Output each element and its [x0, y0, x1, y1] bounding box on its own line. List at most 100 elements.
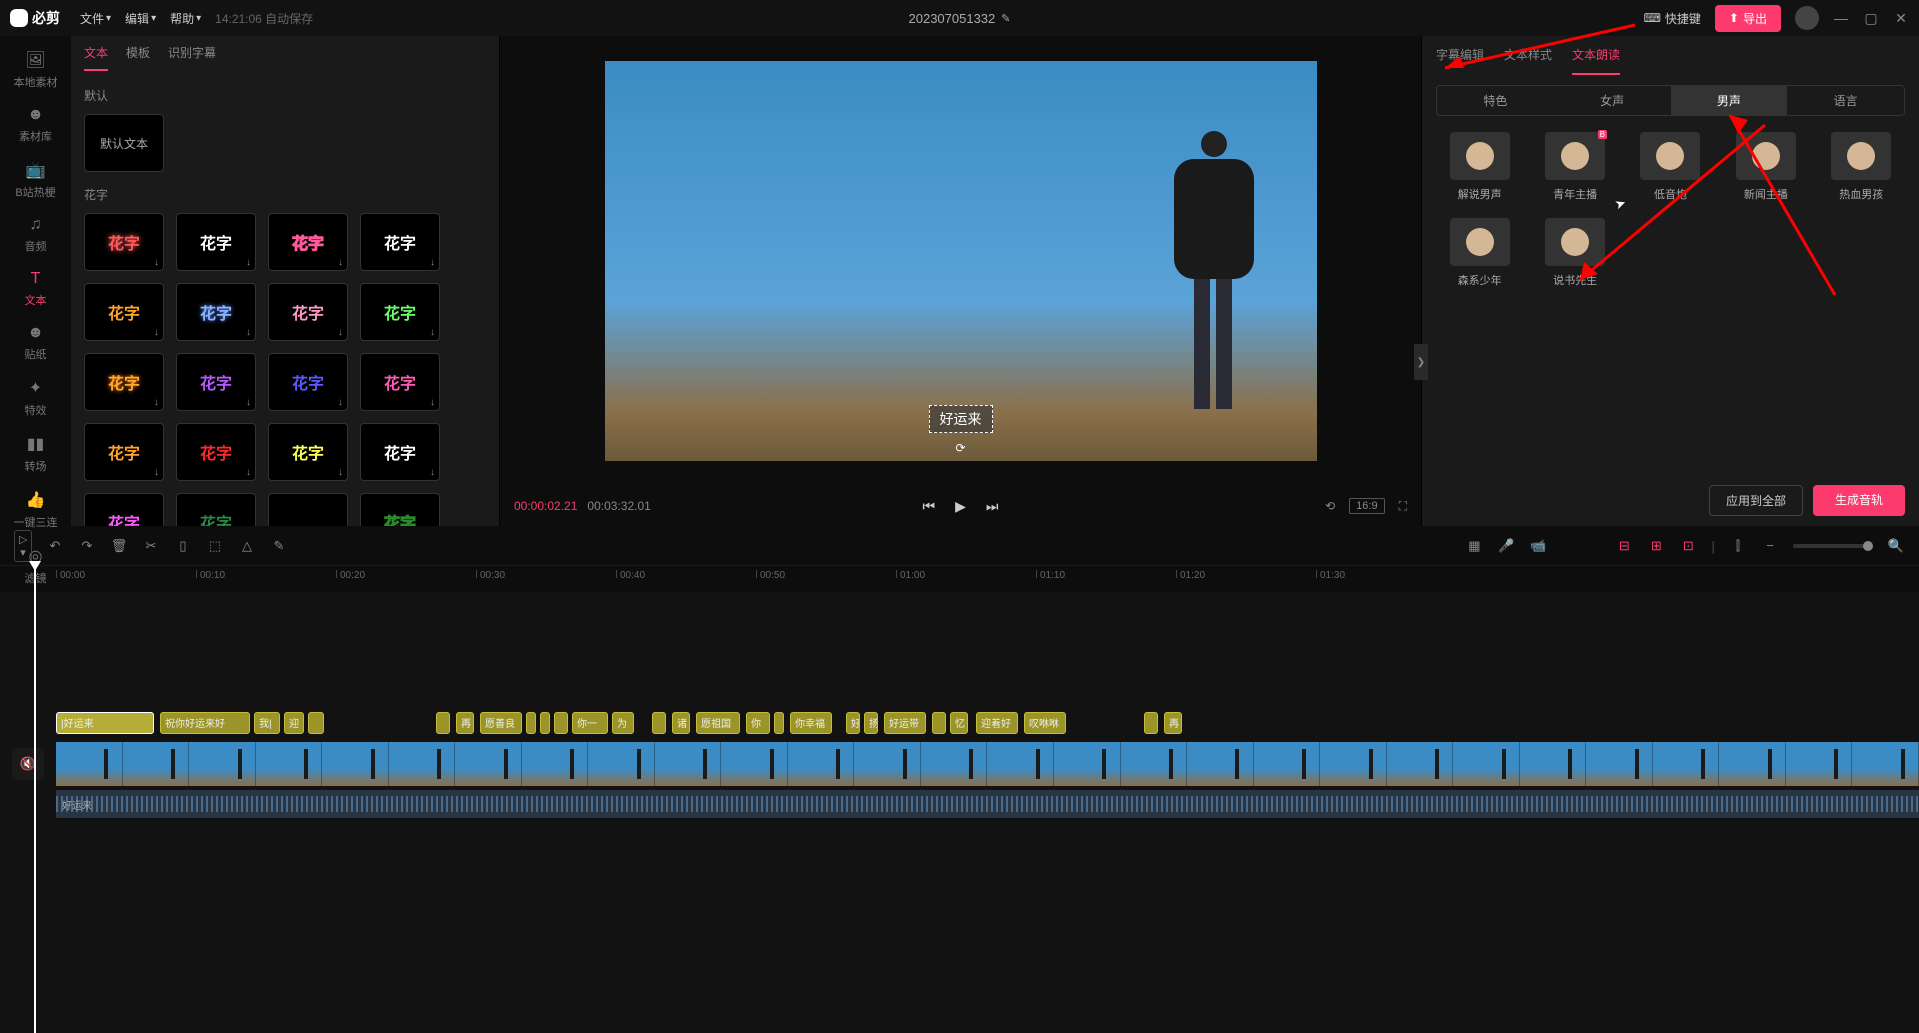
voice-森系少年[interactable]: 森系少年	[1440, 218, 1519, 288]
snap-button[interactable]: ⫿	[1729, 538, 1747, 554]
text-clip[interactable]: 我|	[254, 712, 280, 734]
nav-本地素材[interactable]: 🖼本地素材	[0, 42, 71, 98]
menu-edit[interactable]: 编辑 ▾	[125, 10, 156, 27]
voice-热血男孩[interactable]: 热血男孩	[1822, 132, 1901, 202]
apply-all-button[interactable]: 应用到全部	[1709, 485, 1803, 516]
export-button[interactable]: ⬆ 导出	[1715, 5, 1781, 32]
tab-subtitle-recognize[interactable]: 识别字幕	[168, 44, 216, 71]
video-track[interactable]: 🔇	[56, 742, 1919, 786]
tab-template[interactable]: 模板	[126, 44, 150, 71]
fancy-text-preset[interactable]: 花字↓	[360, 213, 440, 271]
nav-B站热梗[interactable]: 📺B站热梗	[0, 152, 71, 208]
nav-音频[interactable]: ♫音频	[0, 208, 71, 262]
fullscreen-icon[interactable]: ⛶	[1399, 499, 1407, 514]
nav-特效[interactable]: ✦特效	[0, 370, 71, 426]
loop-icon[interactable]: ⟲	[1325, 499, 1335, 513]
voice-解说男声[interactable]: 解说男声	[1440, 132, 1519, 202]
voice-cat-male[interactable]: 男声	[1671, 86, 1788, 115]
text-clip[interactable]	[774, 712, 784, 734]
text-clip[interactable]: |好运来	[56, 712, 154, 734]
prev-button[interactable]: ⏮	[923, 498, 936, 515]
minimize-button[interactable]: —	[1833, 10, 1849, 26]
voice-说书先生[interactable]: 说书先生	[1535, 218, 1614, 288]
text-clip[interactable]: 迎	[284, 712, 304, 734]
crop-button[interactable]: ▯	[174, 538, 192, 554]
user-avatar[interactable]	[1795, 6, 1819, 30]
generate-audio-button[interactable]: 生成音轨	[1813, 485, 1905, 516]
text-clip[interactable]: 你幸福	[790, 712, 832, 734]
text-clip[interactable]: 叹咻咻	[1024, 712, 1066, 734]
fancy-text-preset[interactable]: 花字↓	[176, 353, 256, 411]
fancy-text-preset[interactable]: 花字↓	[268, 353, 348, 411]
fancy-text-preset[interactable]: 花字↓	[176, 283, 256, 341]
voice-cat-language[interactable]: 语言	[1787, 86, 1904, 115]
fancy-text-preset[interactable]: 花字↓	[84, 213, 164, 271]
text-clip[interactable]: 好	[846, 712, 860, 734]
fancy-text-preset[interactable]: 花字↓	[360, 353, 440, 411]
eyedrop-button[interactable]: ✎	[270, 538, 288, 554]
refresh-icon[interactable]: ⟳	[955, 441, 965, 455]
tab-text-read[interactable]: 文本朗读	[1572, 46, 1620, 75]
panel-collapse-icon[interactable]: ❯	[1414, 344, 1428, 380]
fancy-text-preset[interactable]: 花字↓	[176, 423, 256, 481]
menu-help[interactable]: 帮助 ▾	[170, 10, 201, 27]
audio-track[interactable]: 好运来	[56, 790, 1919, 818]
fancy-text-preset[interactable]: 花字↓	[268, 213, 348, 271]
text-clip[interactable]	[308, 712, 324, 734]
timeline-ruler[interactable]: 00:0000:1000:2000:3000:4000:5001:0001:10…	[56, 566, 1919, 592]
zoom-slider[interactable]	[1793, 544, 1873, 548]
fancy-text-preset[interactable]: 花字↓	[176, 493, 256, 526]
fancy-text-preset[interactable]: 花字↓	[176, 213, 256, 271]
default-text-preset[interactable]: 默认文本	[84, 114, 164, 172]
voice-cat-featured[interactable]: 特色	[1437, 86, 1554, 115]
text-clip[interactable]	[436, 712, 450, 734]
nav-转场[interactable]: ▮▮转场	[0, 426, 71, 482]
fancy-text-preset[interactable]: 花字↓	[360, 283, 440, 341]
text-clip[interactable]	[1144, 712, 1158, 734]
text-clip[interactable]	[554, 712, 568, 734]
split-button[interactable]: ✂	[142, 538, 160, 554]
fancy-text-preset[interactable]: 花字↓	[360, 423, 440, 481]
voice-低音炮[interactable]: 低音炮	[1631, 132, 1710, 202]
project-title[interactable]: 202307051332 ✎	[909, 11, 1011, 26]
text-clip[interactable]: 迎着好	[976, 712, 1018, 734]
tab-subtitle-edit[interactable]: 字幕编辑	[1436, 46, 1484, 75]
maximize-button[interactable]: ▢	[1863, 10, 1879, 27]
grid-button[interactable]: △	[238, 538, 256, 554]
hotkey-button[interactable]: ⌨ 快捷键	[1644, 10, 1701, 27]
close-button[interactable]: ✕	[1893, 10, 1909, 27]
text-clip[interactable]: 诸	[672, 712, 690, 734]
zoom-out-button[interactable]: −	[1761, 538, 1779, 553]
text-clip[interactable]: 你一	[572, 712, 608, 734]
text-clip[interactable]	[932, 712, 946, 734]
fancy-text-preset[interactable]: 花字↓	[268, 283, 348, 341]
record-button[interactable]: 📹	[1529, 538, 1547, 554]
auto-cut-button[interactable]: ▦	[1465, 538, 1483, 554]
fancy-text-preset[interactable]: 花字↓	[84, 423, 164, 481]
undo-button[interactable]: ↶	[46, 538, 64, 554]
mute-button[interactable]: 🔇	[12, 748, 44, 780]
zoom-in-button[interactable]: 🔍	[1887, 538, 1905, 554]
track-mode-1[interactable]: ⊟	[1615, 538, 1633, 554]
track-mode-3[interactable]: ⊡	[1679, 538, 1697, 554]
text-clip[interactable]	[526, 712, 536, 734]
next-button[interactable]: ⏭	[986, 498, 999, 515]
track-mode-2[interactable]: ⊞	[1647, 538, 1665, 554]
fancy-text-preset[interactable]: 花字↓	[84, 493, 164, 526]
video-preview[interactable]: 好运来 ⟳	[605, 61, 1317, 461]
video-clip[interactable]	[56, 742, 1919, 786]
fancy-text-preset[interactable]: 花字↓	[268, 493, 348, 526]
play-button[interactable]: ▶	[955, 498, 966, 515]
select-tool[interactable]: ▷ ▾	[14, 530, 32, 562]
voice-新闻主播[interactable]: 新闻主播	[1726, 132, 1805, 202]
playhead[interactable]	[34, 566, 36, 1033]
text-clip[interactable]: 为	[612, 712, 634, 734]
text-clip[interactable]: 愿祖国	[696, 712, 740, 734]
edit-icon[interactable]: ✎	[1001, 12, 1010, 25]
aspect-ratio[interactable]: 16:9	[1349, 498, 1384, 514]
mic-button[interactable]: 🎤	[1497, 538, 1515, 554]
text-clip[interactable]: 你	[746, 712, 770, 734]
redo-button[interactable]: ↷	[78, 538, 96, 554]
freeze-button[interactable]: ⬚	[206, 538, 224, 554]
delete-button[interactable]: 🗑	[110, 538, 128, 554]
